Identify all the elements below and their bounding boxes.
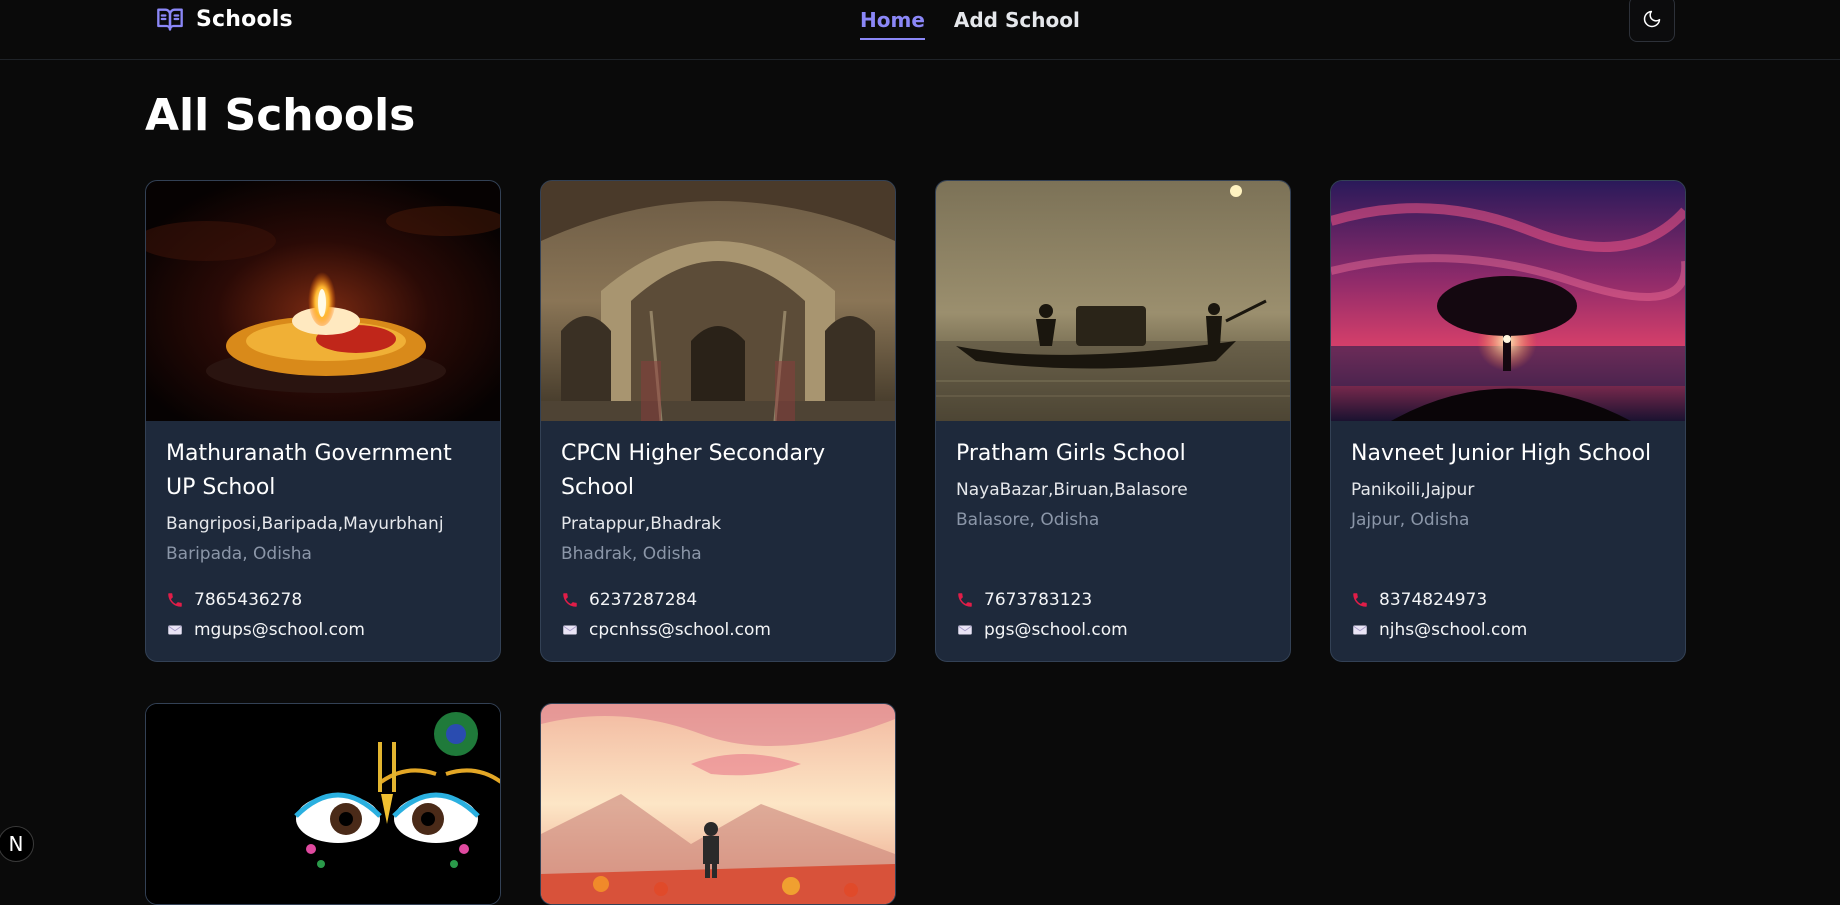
school-phone: 7673783123 <box>956 590 1092 610</box>
phone-number: 7673783123 <box>984 590 1093 610</box>
page-title: All Schools <box>145 90 416 141</box>
school-card[interactable]: Mathuranath Government UP School Bangrip… <box>145 180 501 662</box>
school-email: mgups@school.com <box>166 620 365 640</box>
school-phone: 7865436278 <box>166 590 302 610</box>
book-open-icon <box>157 8 183 31</box>
school-image <box>146 704 500 904</box>
school-image <box>1331 181 1685 421</box>
email-address: pgs@school.com <box>984 620 1128 640</box>
school-image <box>146 181 500 421</box>
envelope-icon <box>1353 625 1367 635</box>
school-phone: 6237287284 <box>561 590 697 610</box>
school-address: NayaBazar,Biruan,Balasore <box>956 480 1188 500</box>
envelope-icon <box>563 625 577 635</box>
school-city-state: Baripada, Odisha <box>166 544 312 564</box>
email-address: cpcnhss@school.com <box>589 620 771 640</box>
envelope-icon <box>958 625 972 635</box>
phone-icon <box>1353 593 1367 607</box>
school-city-state: Balasore, Odisha <box>956 510 1100 530</box>
school-email: cpcnhss@school.com <box>561 620 771 640</box>
school-card[interactable]: Pratham Girls School NayaBazar,Biruan,Ba… <box>935 180 1291 662</box>
school-name: Navneet Junior High School <box>1351 441 1652 466</box>
top-navbar: Schools Home Add School <box>0 0 1840 60</box>
phone-number: 8374824973 <box>1379 590 1488 610</box>
envelope-icon <box>168 625 182 635</box>
moon-icon <box>1643 10 1661 28</box>
nav-home[interactable]: Home <box>860 8 925 40</box>
school-image <box>936 181 1290 421</box>
school-address: Pratappur,Bhadrak <box>561 514 722 534</box>
phone-number: 7865436278 <box>194 590 303 610</box>
main-nav: Home Add School <box>860 8 1080 40</box>
school-email: njhs@school.com <box>1351 620 1527 640</box>
school-card[interactable]: CPCN Higher Secondary School Pratappur,B… <box>540 180 896 662</box>
school-card[interactable] <box>540 703 896 905</box>
school-image <box>541 704 895 904</box>
nextjs-dev-badge[interactable]: N <box>0 826 34 862</box>
school-city-state: Jajpur, Odisha <box>1351 510 1470 530</box>
email-address: mgups@school.com <box>194 620 365 640</box>
school-email: pgs@school.com <box>956 620 1128 640</box>
theme-toggle-button[interactable] <box>1629 0 1675 42</box>
school-image <box>541 181 895 421</box>
school-phone: 8374824973 <box>1351 590 1487 610</box>
nav-add-school[interactable]: Add School <box>954 8 1080 40</box>
phone-icon <box>563 593 577 607</box>
school-name: CPCN Higher Secondary School <box>561 441 826 500</box>
school-name: Mathuranath Government UP School <box>166 441 452 500</box>
school-name: Pratham Girls School <box>956 441 1186 466</box>
school-address: Panikoili,Jajpur <box>1351 480 1475 500</box>
school-card[interactable] <box>145 703 501 905</box>
email-address: njhs@school.com <box>1379 620 1528 640</box>
brand-name: Schools <box>196 6 293 32</box>
school-card[interactable]: Navneet Junior High School Panikoili,Jaj… <box>1330 180 1686 662</box>
phone-icon <box>958 593 972 607</box>
school-city-state: Bhadrak, Odisha <box>561 544 702 564</box>
phone-icon <box>168 593 182 607</box>
phone-number: 6237287284 <box>589 590 698 610</box>
school-address: Bangriposi,Baripada,Mayurbhanj <box>166 514 444 534</box>
brand-link[interactable]: Schools <box>156 5 293 33</box>
